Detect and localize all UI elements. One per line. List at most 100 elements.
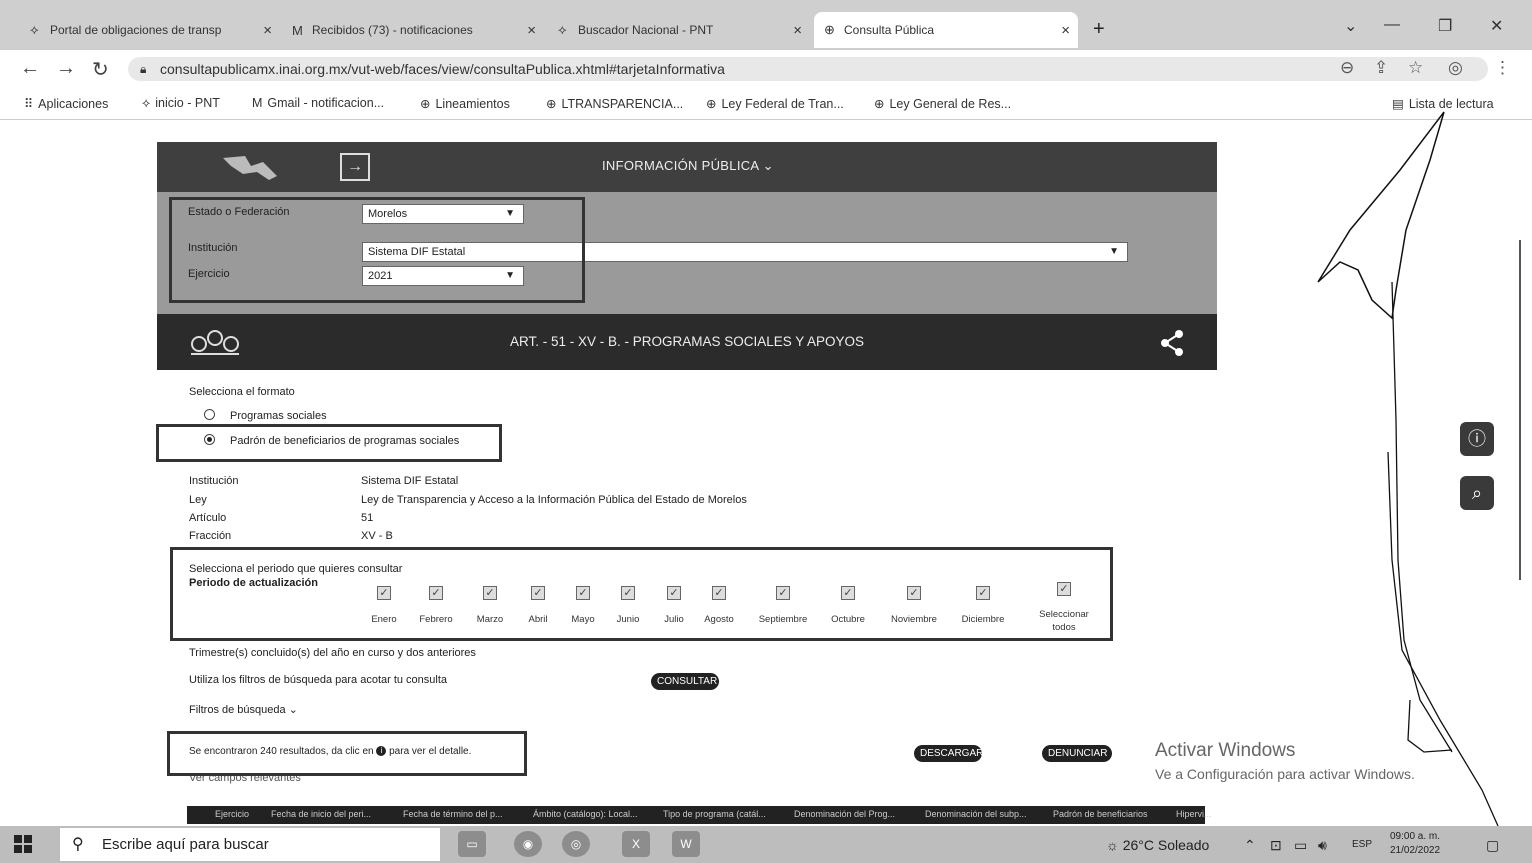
month-checkbox[interactable]: ✓ [429,586,443,600]
descargar-button[interactable]: DESCARGAR [914,745,983,762]
volume-icon[interactable]: 🔊︎ [1318,837,1327,854]
file-explorer-icon[interactable]: ▭ [458,831,486,857]
month-checkbox[interactable]: ✓ [377,586,391,600]
table-column-header[interactable]: Tipo de programa (catál... [663,809,766,819]
tab-search-icon[interactable]: ⌄ [1344,16,1357,36]
bookmark-ley-general[interactable]: ⊕ Ley General de Res... [874,96,1011,111]
month-checkbox[interactable]: ✓ [531,586,545,600]
close-window-icon[interactable]: ✕ [1490,16,1503,36]
pnt-icon: ⟡ [142,96,151,110]
login-icon[interactable]: → [340,153,370,181]
bookmark-lineamientos[interactable]: ⊕ Lineamientos [420,96,510,111]
period-note: Trimestre(s) concluido(s) del año en cur… [189,647,476,659]
chevron-down-icon: ▼ [1109,246,1119,257]
globe-icon: ⊕ [824,22,835,37]
reload-icon[interactable]: ↻ [92,57,109,82]
bookmark-label: Ley General de Res... [889,97,1012,111]
tab-consulta-publica[interactable]: ⊕ Consulta Pública × [814,12,1078,48]
month-checkbox[interactable]: ✓ [621,586,635,600]
url-text: consultapublicamx.inai.org.mx/vut-web/fa… [160,61,725,77]
table-column-header[interactable]: Denominación del Prog... [794,809,895,819]
network-icon[interactable]: ⊡ [1270,837,1282,854]
consultar-button[interactable]: CONSULTAR [651,673,719,690]
format-highlight-box [156,424,502,462]
month-checkbox[interactable]: ✓ [712,586,726,600]
month-checkbox[interactable]: ✓ [776,586,790,600]
table-column-header[interactable]: Fecha de término del p... [403,809,503,819]
radio-programas-sociales[interactable] [204,409,215,420]
bookmark-ley-federal[interactable]: ⊕ Ley Federal de Tran... [706,96,844,111]
menu-label: INFORMACIÓN PÚBLICA [602,158,759,173]
month-checkbox[interactable]: ✓ [841,586,855,600]
month-label: Noviembre [891,614,937,625]
notifications-icon[interactable]: ▢ [1486,837,1499,854]
url-field[interactable]: 🔒︎ consultapublicamx.inai.org.mx/vut-web… [128,57,1488,81]
lock-icon: 🔒︎ [140,62,147,76]
table-column-header[interactable]: Padrón de beneficiarios [1053,809,1148,819]
close-tab-icon[interactable]: × [793,22,802,39]
excel-icon[interactable]: X [622,831,650,857]
month-label: Septiembre [758,614,808,625]
taskbar-search-input[interactable]: ⚲ Escribe aquí para buscar [60,828,440,861]
reading-list-button[interactable]: ▤ Lista de lectura [1392,96,1494,111]
activation-title: Activar Windows [1155,740,1296,761]
bookmark-ltransparencia[interactable]: ⊕ LTRANSPARENCIA... [546,96,683,111]
table-column-header[interactable]: Hipervi... [1176,809,1212,819]
minimize-icon[interactable]: — [1384,16,1400,34]
site-logo[interactable] [217,150,287,184]
word-icon[interactable]: W [672,831,700,857]
month-checkbox[interactable]: ✓ [483,586,497,600]
table-column-header[interactable]: Ejercicio [215,809,249,819]
close-tab-icon[interactable]: × [263,22,272,39]
taskbar-clock[interactable]: 09:00 a. m. 21/02/2022 [1390,830,1440,858]
bookmark-inicio-pnt[interactable]: ⟡ inicio - PNT [142,96,220,111]
zoom-search-icon[interactable]: ⌕ [1460,476,1494,510]
new-tab-icon[interactable]: + [1093,18,1105,41]
globe-icon: ⊕ [706,97,717,111]
table-column-header[interactable]: Denominación del subp... [925,809,1027,819]
denunciar-button[interactable]: DENUNCIAR [1042,745,1112,762]
close-tab-icon[interactable]: × [1061,22,1070,39]
bookmark-label: Aplicaciones [38,97,109,111]
zoom-icon[interactable]: ⊖ [1340,58,1354,78]
month-checkbox[interactable]: ✓ [667,586,681,600]
tab-gmail[interactable]: M Recibidos (73) - notificaciones × [282,12,544,48]
alert-icon[interactable]: ⓘ [1460,422,1494,456]
chrome-alt-icon[interactable]: ◎ [562,831,590,857]
activation-subtitle: Ve a Configuración para activar Windows. [1155,766,1415,782]
table-column-header[interactable]: Fecha de inicio del peri... [271,809,371,819]
table-column-header[interactable]: Ámbito (catálogo): Local... [533,809,638,819]
chrome-icon[interactable]: ◉ [514,831,542,857]
option-programas-sociales[interactable]: Programas sociales [230,410,327,422]
filters-highlight-box [169,197,585,303]
bookmark-star-icon[interactable]: ☆ [1408,58,1423,78]
windows-start-icon[interactable] [14,835,32,853]
maximize-icon[interactable]: ❐ [1438,16,1452,36]
bookmark-aplicaciones[interactable]: ⠿ Aplicaciones [24,96,108,111]
tray-chevron-icon[interactable]: ⌃ [1244,837,1256,854]
clock-time: 09:00 a. m. [1390,831,1441,842]
tab-portal-obligaciones[interactable]: ⟡ Portal de obligaciones de transp × [20,12,280,48]
share-icon[interactable] [1157,328,1187,358]
extension-icon[interactable]: ◎ [1448,58,1463,78]
close-tab-icon[interactable]: × [527,22,536,39]
back-icon[interactable]: ← [20,57,40,80]
display-icon[interactable]: ▭ [1294,837,1307,854]
forward-icon[interactable]: → [56,57,76,80]
scrollbar[interactable] [1519,240,1521,580]
bookmark-gmail[interactable]: M Gmail - notificacion... [252,96,384,110]
results-table-header: Ejercicio Fecha de inicio del peri... Fech… [187,806,1212,824]
month-checkbox[interactable]: ✓ [976,586,990,600]
language-indicator[interactable]: ESP [1352,839,1372,850]
bookmarks-bar: ⠿ Aplicaciones ⟡ inicio - PNT M Gmail - not… [0,88,1532,120]
search-filters-toggle[interactable]: Filtros de búsqueda ⌄ [189,703,298,716]
month-checkbox[interactable]: ✓ [907,586,921,600]
menu-informacion-publica[interactable]: INFORMACIÓN PÚBLICA ⌄ [602,158,774,174]
results-highlight-box [167,731,527,776]
month-checkbox[interactable]: ✓ [576,586,590,600]
pnt-icon: ⟡ [558,22,567,37]
share-page-icon[interactable]: ⇪ [1374,58,1388,78]
browser-menu-icon[interactable]: ⋮ [1494,58,1511,78]
tab-buscador-nacional[interactable]: ⟡ Buscador Nacional - PNT × [548,12,810,48]
weather-widget[interactable]: ☼ 26°C Soleado [1106,837,1209,853]
